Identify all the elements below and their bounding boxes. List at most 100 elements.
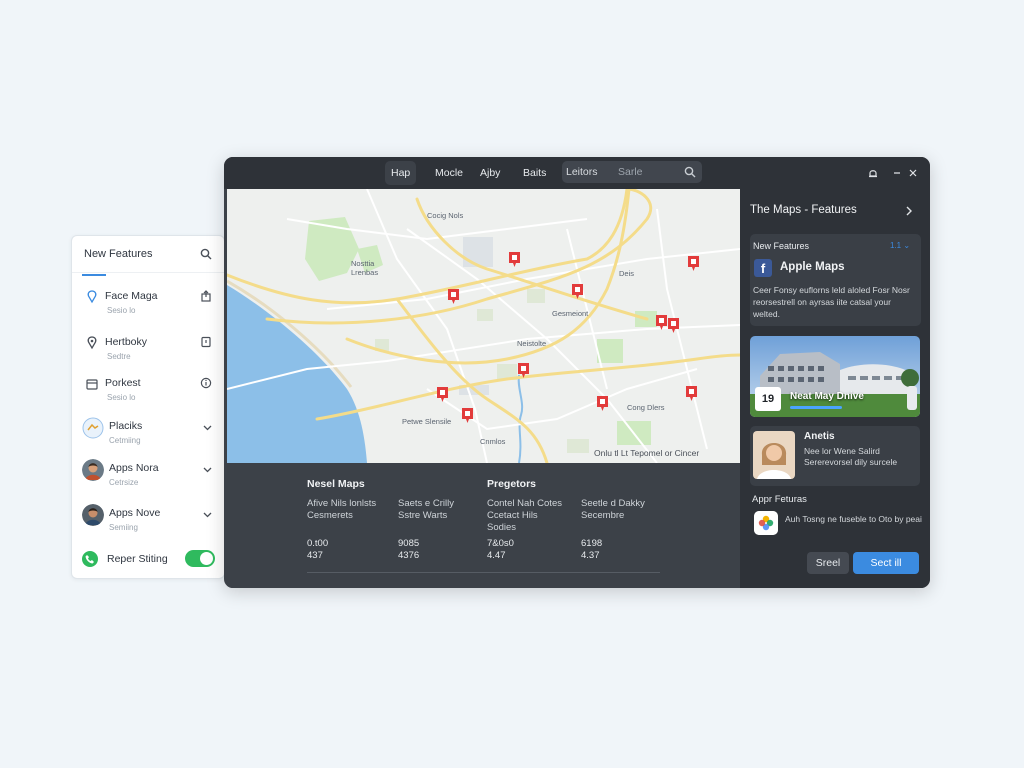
feature-item-apps-nove[interactable]: Apps Nove Semiing [72,499,224,543]
data-value: 4.37 [581,550,600,561]
bell-icon[interactable] [868,168,878,178]
card-caption: Neat May Dnive [790,391,864,402]
features-side-panel: The Maps - Features New Features 1.1 ⌄ f… [740,189,930,588]
item-title: Face Maga [105,290,158,302]
item-subtitle: Sesio lo [107,306,136,315]
map-pin-icon[interactable] [508,251,521,268]
map-pin-icon[interactable] [436,386,449,403]
secondary-button[interactable]: Sreel [807,552,849,574]
search-icon[interactable] [200,248,212,260]
item-subtitle: Semiing [109,523,138,532]
share-icon[interactable] [200,290,212,302]
date-badge: 19 [755,387,781,411]
feature-item-placiks[interactable]: Placiks Cetmiing [72,412,224,456]
active-tab-indicator [82,274,106,276]
map-label: Cnmlos [480,437,506,446]
map-pin-icon[interactable] [447,288,460,305]
map-pin-icon[interactable] [571,283,584,300]
tab-ajby[interactable]: Ajby [474,161,506,185]
map-label: Neistolte [517,339,547,348]
feature-item-porkest[interactable]: Porkest Sesio lo [72,369,224,413]
chevron-right-icon[interactable] [905,206,913,216]
data-value: 4.47 [487,550,506,561]
data-value: 7&0s0 [487,538,514,549]
minimize-icon[interactable] [892,168,902,178]
map-pin-icon[interactable] [685,385,698,402]
left-features-panel: New Features Face Maga Sesio lo Hertboky… [71,235,225,579]
chevron-down-icon[interactable] [203,510,212,519]
data-value: 9085 [398,538,420,549]
data-value: 437 [307,550,323,561]
item-title: Hertboky [105,336,148,348]
window-toolbar: Hap Mocle Ajby Baits Leitors Sarle [224,157,930,189]
data-value: 4376 [398,550,420,561]
search-field[interactable]: Leitors Sarle [562,161,702,183]
map-pin-icon[interactable] [461,407,474,424]
map-label: Cocig Nols [427,211,464,220]
map-pin-icon[interactable] [517,362,530,379]
data-summary: Nesel Maps Pregetors Afive Nils lonlsts … [227,463,740,588]
data-value: 6198 [581,538,603,549]
item-title: Apps Nora [109,462,159,474]
search-scope-label: Leitors [566,166,598,178]
profile-photo [753,431,795,479]
item-subtitle: Cetmiing [109,436,141,445]
panel-title: The Maps - Features [750,204,857,216]
map-pin-icon [87,290,97,304]
chevron-down-icon[interactable] [203,465,212,474]
user-avatar [82,459,104,481]
item-subtitle: Cetrsize [109,478,139,487]
card-header: New Features [753,241,810,251]
map-pin-icon[interactable] [596,395,609,412]
data-cell: Saets e Crilly [398,498,454,509]
app-name: Apple Maps [780,261,845,273]
tab-baits[interactable]: Baits [517,161,552,185]
left-panel-title: New Features [84,248,153,260]
chevron-down-icon[interactable] [203,423,212,432]
feature-item-face-maga[interactable]: Face Maga Sesio lo [72,282,224,326]
profile-card[interactable]: Anetis Nee lor Wene Salird Sererevorsel … [750,426,920,486]
divider [307,572,660,573]
profile-name: Anetis [804,431,835,442]
version-dropdown[interactable]: 1.1 ⌄ [890,241,910,250]
progress-bar [790,406,842,409]
profile-description: Nee lor Wene Salird Sererevorsel dily su… [804,446,898,467]
column-header: Nesel Maps [307,478,365,490]
data-cell: Ccetact Hils [487,510,538,521]
item-subtitle: Sedtre [107,352,131,361]
feature-toggle[interactable] [185,550,215,567]
section-header: Appr Feturas [752,494,807,505]
location-image-card[interactable]: 19 Neat May Dnive [750,336,920,417]
places-avatar [82,417,104,439]
data-cell: Cesmerets [307,510,353,521]
feature-item-hertboky[interactable]: Hertboky Sedtre [72,328,224,372]
data-cell: Sstre Warts [398,510,448,521]
feature-description: Auh Tosng ne fuseble to Oto by peai [785,514,922,524]
map-pin-icon[interactable] [687,255,700,272]
data-cell: Contel Nah Cotes [487,498,562,509]
map-pin-icon[interactable] [667,317,680,334]
calendar-icon [86,379,98,390]
location-icon [87,336,97,350]
scroll-handle[interactable] [907,386,917,410]
facebook-icon: f [754,259,772,277]
close-icon[interactable] [908,168,918,178]
data-cell: Seetle d Dakky [581,498,645,509]
map-label: Gesmeiont [552,309,589,318]
primary-button[interactable]: Sect ill [853,552,919,574]
tab-hap[interactable]: Hap [385,161,417,185]
data-value: 0.t00 [307,538,329,549]
card-description: Ceer Fonsy euflorns leld aloled Fosr Nos… [753,285,910,319]
feature-card[interactable]: New Features 1.1 ⌄ f Apple Maps Ceer Fon… [750,234,921,326]
note-icon[interactable] [200,336,212,348]
info-icon[interactable] [200,377,212,389]
toggle-label: Reper Stiting [107,553,168,565]
map-label: Deis [619,269,635,278]
map-label: Petwe Slensile [402,417,452,426]
search-icon[interactable] [684,166,696,178]
tab-mocle[interactable]: Mocle [429,161,469,185]
user-avatar [82,504,104,526]
version-badge: 1.1 [890,241,902,250]
feature-item-apps-nora[interactable]: Apps Nora Cetrsize [72,454,224,498]
map-view[interactable]: Cocig Nols Nosttia Lrenbas Gesmeiont Nei… [227,189,740,463]
